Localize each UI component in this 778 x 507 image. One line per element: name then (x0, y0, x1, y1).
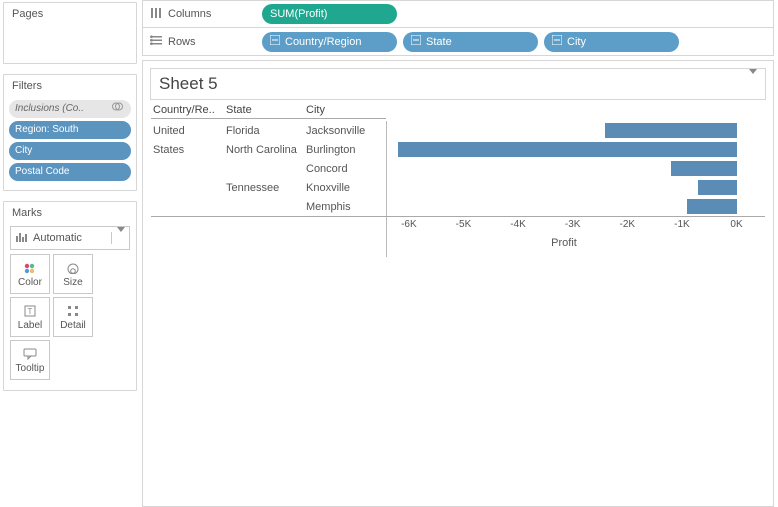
table-row: TennesseeKnoxville (151, 178, 765, 197)
cell-country[interactable]: States (151, 144, 226, 156)
filters-card: Filters Inclusions (Co.. Region: South Cit… (3, 74, 137, 191)
mark-size-button[interactable]: Size (53, 254, 93, 294)
cell-city[interactable]: Concord (306, 163, 386, 175)
rows-label: Rows (168, 36, 196, 48)
header-state[interactable]: State (226, 104, 306, 116)
x-tick: 0K (730, 219, 742, 230)
marks-title: Marks (4, 202, 136, 224)
mark-tooltip-button[interactable]: Tooltip (10, 340, 50, 380)
columns-icon (150, 7, 162, 22)
cell-state[interactable]: Tennessee (226, 182, 306, 194)
x-tick: -2K (620, 219, 636, 230)
sheet-title: Sheet 5 (159, 74, 218, 94)
header-country[interactable]: Country/Re.. (151, 104, 226, 116)
detail-icon (67, 304, 79, 318)
filters-title: Filters (4, 75, 136, 97)
cell-city[interactable]: Memphis (306, 201, 386, 213)
filter-pill[interactable]: City (9, 142, 131, 160)
rows-pill[interactable]: City (544, 32, 679, 52)
cell-city[interactable]: Burlington (306, 144, 386, 156)
bar-area (386, 140, 765, 159)
mark-label-button[interactable]: TLabel (10, 297, 50, 337)
drill-icon (552, 35, 562, 48)
mark-type-dropdown[interactable]: Automatic (10, 226, 130, 250)
marks-card: Marks Automatic ColorSizeTLabelDeta (3, 201, 137, 391)
automatic-icon (11, 232, 33, 245)
x-axis[interactable]: Profit -6K -5K -4K -3K -2K -1K 0K (386, 217, 741, 257)
bar-area (386, 159, 765, 178)
drill-icon (270, 35, 280, 48)
pages-title: Pages (4, 3, 136, 25)
pages-card: Pages (3, 2, 137, 64)
bar[interactable] (671, 161, 737, 176)
bar[interactable] (398, 142, 737, 157)
x-tick: -1K (674, 219, 690, 230)
mark-color-button[interactable]: Color (10, 254, 50, 294)
rows-icon (150, 34, 162, 49)
cell-country[interactable]: United (151, 125, 226, 137)
columns-shelf[interactable]: Columns SUM(Profit) (142, 0, 774, 28)
table-row: Memphis (151, 197, 765, 216)
color-icon (23, 261, 37, 275)
rows-pill[interactable]: Country/Region (262, 32, 397, 52)
x-tick: -6K (401, 219, 417, 230)
cell-state[interactable]: North Carolina (226, 144, 306, 156)
rows-shelf[interactable]: Rows Country/Region State City (142, 28, 774, 56)
bar[interactable] (698, 180, 736, 195)
columns-label: Columns (168, 8, 211, 20)
table-row: Concord (151, 159, 765, 178)
cell-city[interactable]: Jacksonville (306, 125, 386, 137)
cell-city[interactable]: Knoxville (306, 182, 386, 194)
header-city[interactable]: City (306, 104, 386, 116)
table-row: StatesNorth CarolinaBurlington (151, 140, 765, 159)
bar-area (386, 178, 765, 197)
x-axis-label: Profit (551, 237, 577, 249)
filter-pill[interactable]: Postal Code (9, 163, 131, 181)
bar[interactable] (605, 123, 736, 138)
table-row: UnitedFloridaJacksonville (151, 121, 765, 140)
shelves: Columns SUM(Profit) Rows Country/Region S… (142, 0, 774, 56)
viz-card: Sheet 5 Country/Re.. State City UnitedFl… (142, 60, 774, 507)
mark-detail-button[interactable]: Detail (53, 297, 93, 337)
bar-area (386, 121, 765, 140)
chevron-down-icon (111, 232, 129, 244)
chart-rows: UnitedFloridaJacksonvilleStatesNorth Car… (151, 121, 765, 216)
filter-pill[interactable]: Inclusions (Co.. (9, 100, 131, 118)
bar[interactable] (687, 199, 736, 214)
bar-area (386, 197, 765, 216)
mark-type-label: Automatic (33, 232, 111, 244)
columns-pill[interactable]: SUM(Profit) (262, 4, 397, 24)
rows-pill[interactable]: State (403, 32, 538, 52)
filter-pill[interactable]: Region: South (9, 121, 131, 139)
cell-state[interactable]: Florida (226, 125, 306, 137)
drill-icon (411, 35, 421, 48)
size-icon (65, 261, 81, 275)
svg-text:T: T (28, 307, 33, 316)
set-icon (112, 101, 123, 117)
x-tick: -3K (565, 219, 581, 230)
sheet-title-bar[interactable]: Sheet 5 (150, 68, 766, 100)
chevron-down-icon[interactable] (749, 74, 757, 94)
label-icon: T (24, 304, 36, 318)
x-tick: -5K (456, 219, 472, 230)
tooltip-icon (23, 347, 37, 361)
x-tick: -4K (510, 219, 526, 230)
